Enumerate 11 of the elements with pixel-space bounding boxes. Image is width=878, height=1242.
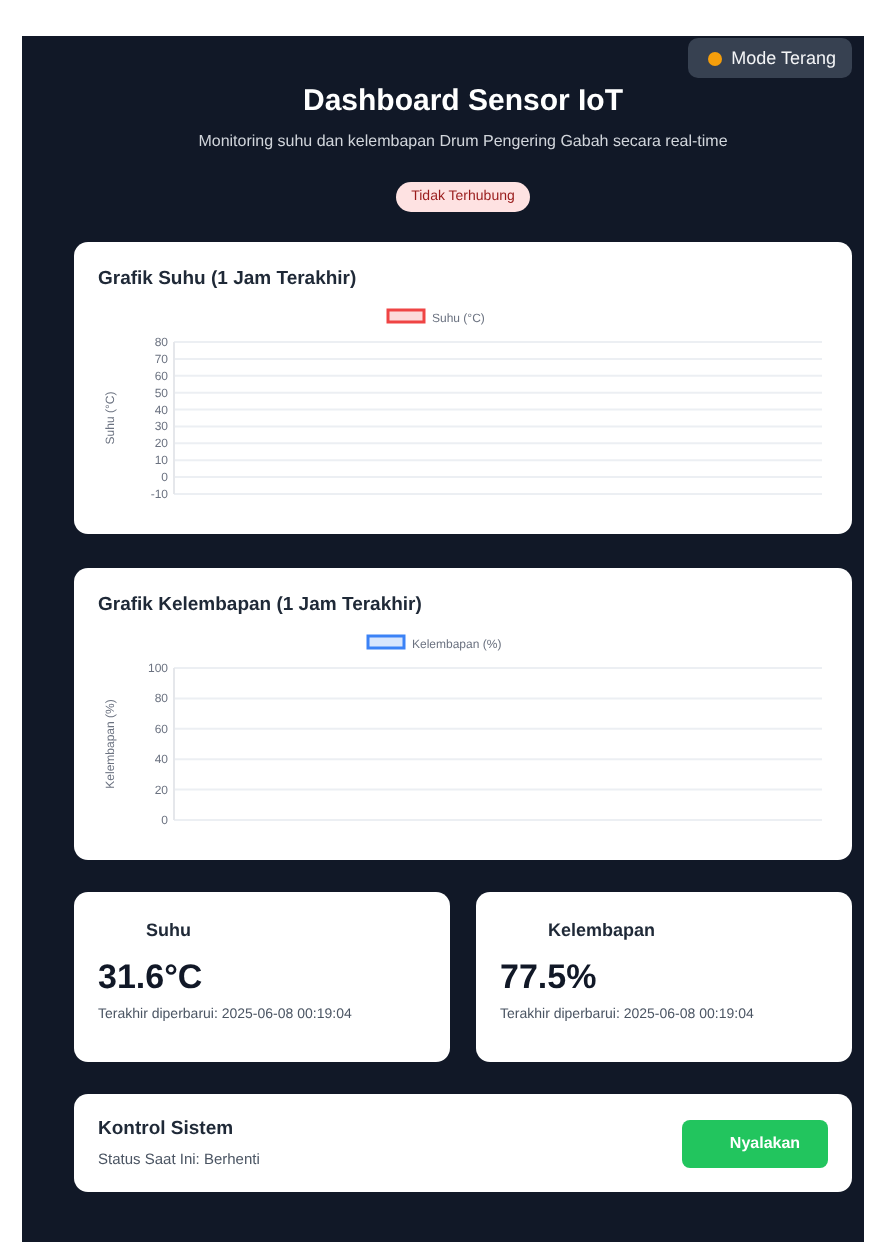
reading-value: 77.5% — [500, 958, 599, 998]
page-title: Dashboard Sensor IoT — [300, 84, 626, 118]
reading-value: 31.6°C — [98, 958, 205, 998]
theme-toggle-button[interactable]: Mode Terang — [687, 38, 852, 78]
sun-icon — [707, 51, 722, 65]
reading-label: Suhu — [144, 920, 193, 940]
chart-title: Grafik Kelembapan (1 Jam Terakhir) — [98, 594, 424, 616]
chart-title: Grafik Suhu (1 Jam Terakhir) — [98, 268, 359, 290]
reading-label: Kelembapan — [546, 920, 658, 940]
control-title: Kontrol Sistem — [98, 1118, 236, 1140]
page-subtitle: Monitoring suhu dan kelembapan Drum Pengering Gabah secara real-time — [196, 132, 730, 150]
